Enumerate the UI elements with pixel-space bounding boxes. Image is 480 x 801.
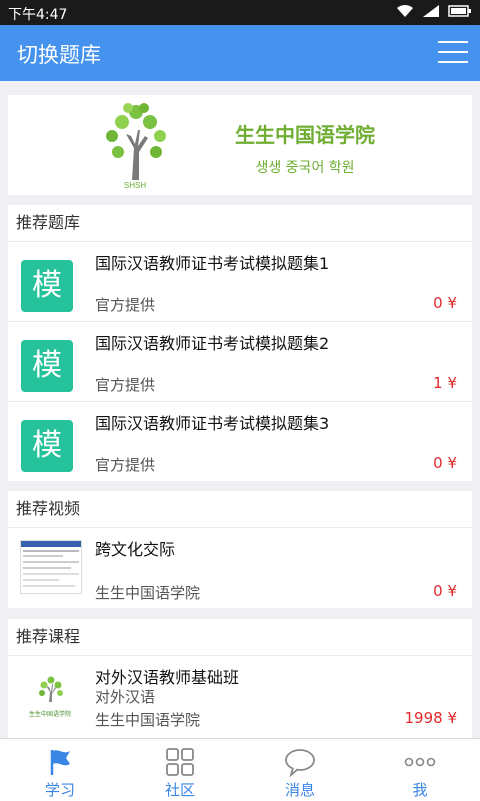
- tab-study[interactable]: 学习: [0, 739, 120, 801]
- tab-messages[interactable]: 消息: [240, 739, 360, 801]
- school-logo-text: SHSH: [124, 181, 146, 190]
- recommended-course-section: 推荐课程 生生中国语学院 对外汉语教师基础班 对外汉语 生生中国语学院 1998…: [8, 619, 472, 739]
- item-provider: 官方提供: [95, 456, 156, 474]
- item-subtitle: 对外汉语: [95, 688, 156, 706]
- item-price: 1998 ¥: [404, 709, 458, 727]
- section-title: 推荐题库: [8, 205, 472, 242]
- page-title: 切换题库: [17, 43, 101, 67]
- mock-exam-icon: 模: [21, 260, 73, 312]
- grid-icon: [166, 748, 194, 776]
- bank-item-3[interactable]: 模 国际汉语教师证书考试模拟题集3 官方提供 0 ¥: [8, 402, 472, 481]
- video-item-1[interactable]: 跨文化交际 生生中国语学院 0 ¥: [8, 528, 472, 608]
- tab-label: 学习: [44, 781, 75, 799]
- recommended-video-section: 推荐视频 跨文化交际 生生中国语学院 0 ¥: [8, 491, 472, 608]
- hamburger-menu-icon[interactable]: [438, 41, 468, 65]
- status-bar: 下午4:47: [0, 0, 480, 25]
- item-provider: 官方提供: [95, 296, 156, 314]
- tab-label: 消息: [284, 781, 315, 799]
- course-thumbnail: 生生中国语学院: [20, 672, 80, 724]
- course-thumbnail-text: 生生中国语学院: [29, 710, 71, 718]
- item-price: 0 ¥: [433, 582, 457, 600]
- flag-icon: [50, 750, 70, 775]
- tab-label: 社区: [164, 781, 195, 799]
- item-provider: 生生中国语学院: [95, 584, 201, 602]
- item-title: 国际汉语教师证书考试模拟题集1: [95, 254, 330, 273]
- tab-me[interactable]: 我: [360, 739, 480, 801]
- recommended-bank-section: 推荐题库 模 国际汉语教师证书考试模拟题集1 官方提供 0 ¥ 模 国际汉语教师…: [8, 205, 472, 481]
- more-dots-icon: [404, 757, 436, 767]
- bottom-tab-bar: 学习 社区 消息 我: [0, 738, 480, 801]
- bank-item-1[interactable]: 模 国际汉语教师证书考试模拟题集1 官方提供 0 ¥: [8, 242, 472, 322]
- mock-exam-icon: 模: [21, 420, 73, 472]
- status-time: 下午4:47: [8, 7, 68, 23]
- app-bar: 切换题库: [0, 25, 480, 81]
- tab-community[interactable]: 社区: [120, 739, 240, 801]
- chat-bubble-icon: [285, 749, 315, 777]
- video-thumbnail: [20, 540, 82, 594]
- item-price: 0 ¥: [433, 294, 457, 312]
- mock-exam-icon: 模: [21, 340, 73, 392]
- school-name-cn: 生生中国语学院: [235, 123, 375, 147]
- item-title: 国际汉语教师证书考试模拟题集3: [95, 414, 330, 433]
- item-provider: 生生中国语学院: [95, 711, 201, 729]
- school-banner[interactable]: SHSH 生生中国语学院 생생 중국어 학원: [8, 95, 472, 195]
- section-title: 推荐课程: [8, 619, 472, 656]
- item-price: 1 ¥: [433, 374, 457, 392]
- school-name-kr: 생생 중국어 학원: [255, 160, 355, 176]
- wifi-icon: [397, 4, 413, 17]
- item-title: 跨文化交际: [95, 540, 176, 559]
- status-icons: [396, 4, 472, 18]
- section-title: 推荐视频: [8, 491, 472, 528]
- bank-item-2[interactable]: 模 国际汉语教师证书考试模拟题集2 官方提供 1 ¥: [8, 322, 472, 402]
- signal-icon: [423, 5, 439, 17]
- item-title: 对外汉语教师基础班: [95, 668, 240, 687]
- item-title: 国际汉语教师证书考试模拟题集2: [95, 334, 330, 353]
- tab-label: 我: [412, 781, 428, 799]
- course-item-1[interactable]: 生生中国语学院 对外汉语教师基础班 对外汉语 生生中国语学院 1998 ¥: [8, 656, 472, 739]
- item-price: 0 ¥: [433, 454, 457, 472]
- battery-icon: [448, 5, 471, 17]
- item-provider: 官方提供: [95, 376, 156, 394]
